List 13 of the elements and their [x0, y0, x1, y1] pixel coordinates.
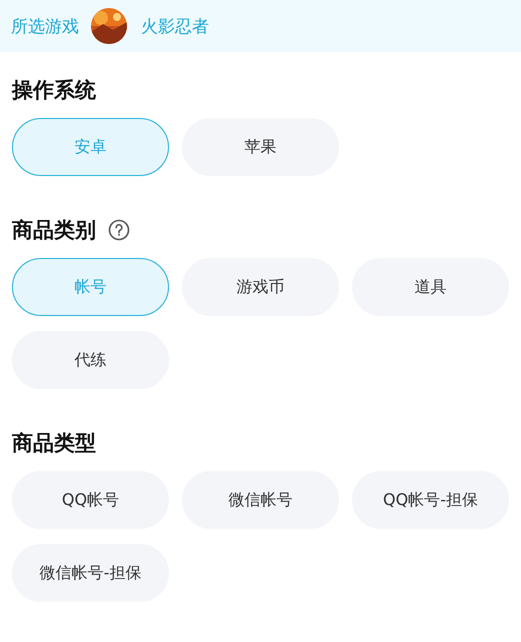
selected-game-label: 所选游戏	[11, 16, 79, 38]
option-chip[interactable]: 微信帐号	[182, 471, 339, 529]
option-chip[interactable]: QQ帐号-担保	[352, 471, 509, 529]
section-title: 商品类别	[12, 217, 96, 244]
option-chip[interactable]: 游戏币	[182, 258, 339, 316]
option-chip[interactable]: 道具	[352, 258, 509, 316]
option-chip[interactable]: QQ帐号	[12, 471, 169, 529]
option-chip[interactable]: 微信帐号-担保	[12, 544, 169, 602]
section-title: 商品类型	[12, 430, 96, 457]
help-icon[interactable]	[108, 219, 130, 241]
section-title: 操作系统	[12, 77, 96, 104]
option-chip[interactable]: 代练	[12, 331, 169, 389]
option-chip[interactable]: 苹果	[182, 118, 339, 176]
